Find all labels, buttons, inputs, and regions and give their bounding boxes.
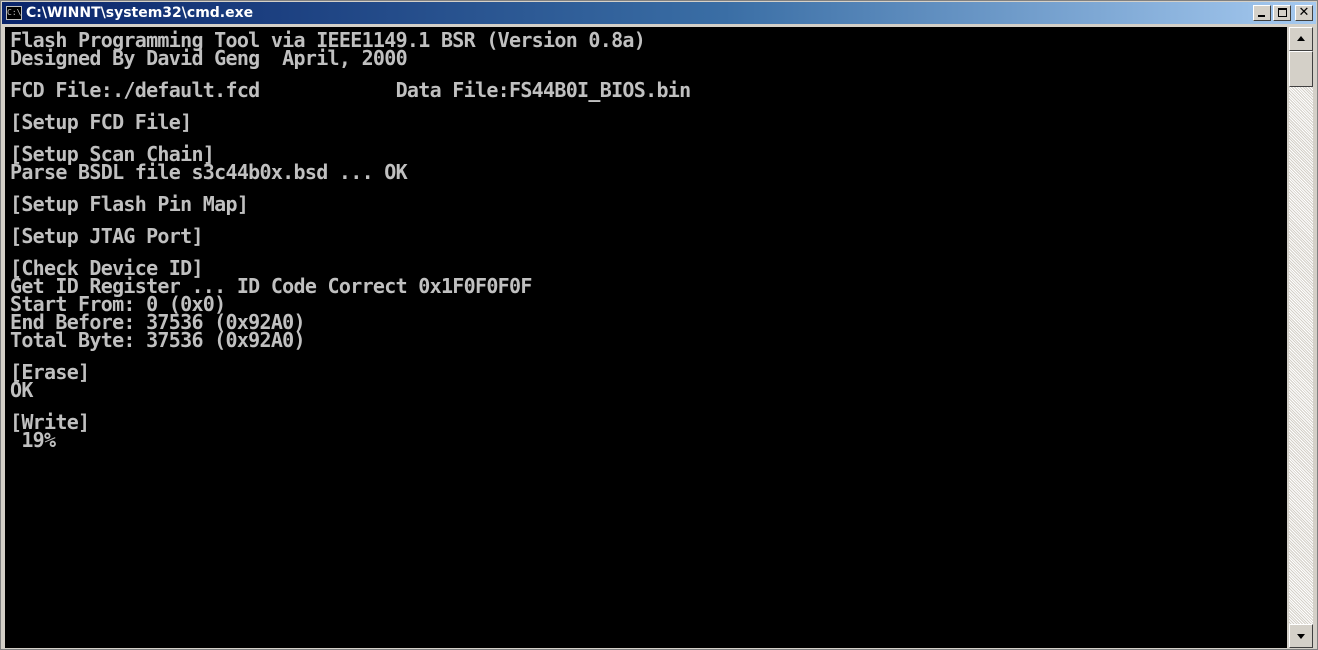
close-icon: ✕: [1298, 5, 1310, 20]
console-line: [Setup FCD File]: [10, 110, 192, 134]
maximize-icon: [1278, 8, 1287, 17]
window-title: C:\WINNT\system32\cmd.exe: [26, 5, 254, 21]
console-line: [Write]: [10, 410, 90, 434]
console-line: [Setup JTAG Port]: [10, 224, 204, 248]
console-line: [Erase]: [10, 360, 90, 384]
console-app-icon[interactable]: C:\: [6, 6, 22, 20]
arrow-up-icon: [1297, 36, 1305, 41]
minimize-icon: [1258, 15, 1265, 17]
console-line: 19%: [10, 428, 56, 452]
maximize-button[interactable]: [1273, 5, 1291, 21]
console-line: Designed By David Geng April, 2000: [10, 46, 408, 70]
arrow-down-icon: [1297, 634, 1305, 639]
scroll-down-button[interactable]: [1289, 624, 1313, 648]
console-output[interactable]: Flash Programming Tool via IEEE1149.1 BS…: [5, 27, 1287, 648]
console-line: Parse BSDL file s3c44b0x.bsd ... OK: [10, 160, 408, 184]
vertical-scrollbar[interactable]: [1289, 27, 1313, 648]
cmd-window: C:\ C:\WINNT\system32\cmd.exe ✕ Flash Pr…: [0, 0, 1318, 650]
console-line: Total Byte: 37536 (0x92A0): [10, 328, 306, 352]
close-button[interactable]: ✕: [1295, 5, 1313, 21]
console-line: FCD File:./default.fcd Data File:FS44B0I…: [10, 78, 691, 102]
caption-buttons: ✕: [1253, 5, 1313, 21]
console-line: OK: [10, 378, 33, 402]
console-line: [Setup Flash Pin Map]: [10, 192, 249, 216]
console-lines: Flash Programming Tool via IEEE1149.1 BS…: [5, 27, 1287, 452]
minimize-button[interactable]: [1253, 5, 1271, 21]
scroll-thumb[interactable]: [1289, 51, 1313, 87]
title-bar[interactable]: C:\ C:\WINNT\system32\cmd.exe ✕: [2, 2, 1316, 24]
scroll-up-button[interactable]: [1289, 27, 1313, 51]
